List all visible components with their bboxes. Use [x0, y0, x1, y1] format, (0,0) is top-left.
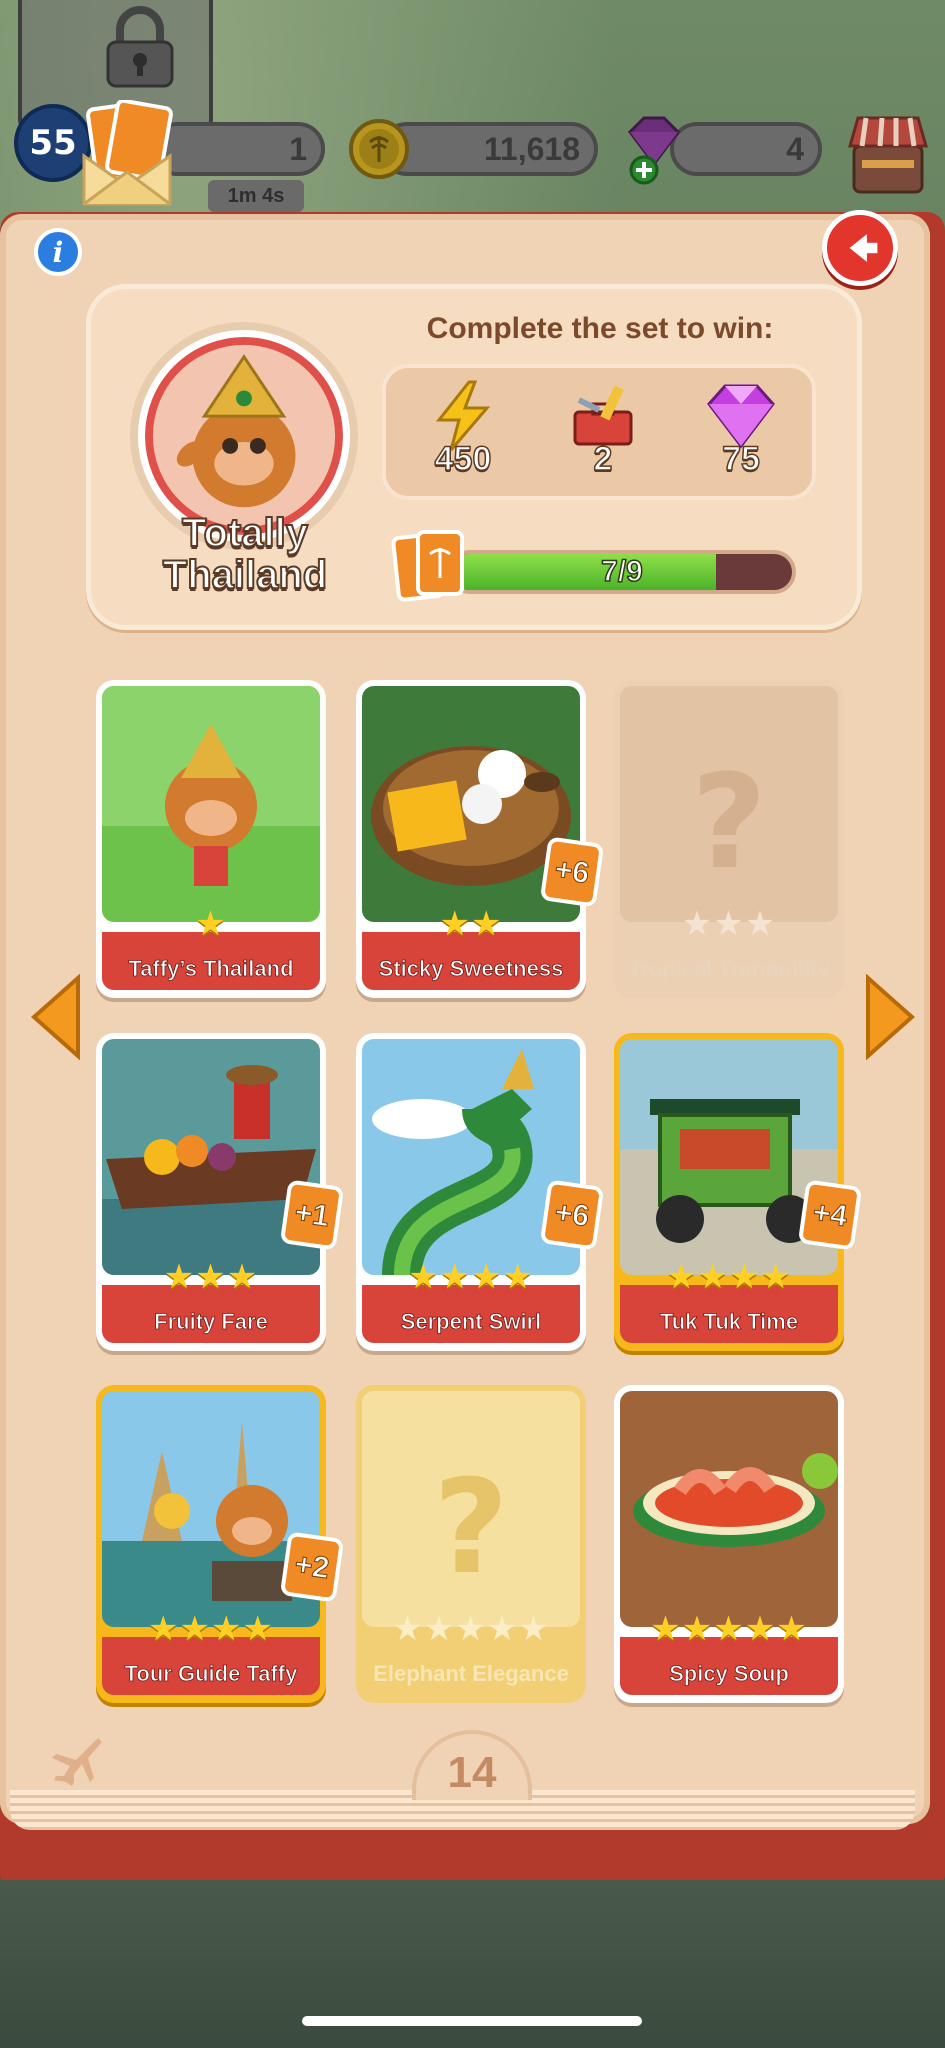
gem-add-icon[interactable]: [620, 112, 688, 190]
card-star-rating: ★★★★★: [392, 1609, 550, 1649]
reward-toolbox: 2: [548, 378, 658, 479]
cards-icon: [391, 530, 464, 602]
reward-heading: Complete the set to win:: [426, 312, 774, 345]
reward-box: 450 2 75: [382, 364, 816, 500]
card-star-rating: ★★★★: [408, 1257, 534, 1297]
gem-value: 4: [786, 130, 804, 167]
collection-card[interactable]: Tuk Tuk Time ★★★★ +4: [614, 1033, 863, 1351]
gem-counter[interactable]: 4: [670, 122, 822, 176]
collection-card[interactable]: ? Tropical Tranquility ★★★: [614, 680, 844, 998]
card-artwork: [102, 686, 320, 922]
set-title-line2: Thailand: [162, 553, 328, 597]
card-star-rating: ★★★★★: [650, 1609, 808, 1649]
home-indicator[interactable]: [302, 2016, 642, 2026]
reward-gems: 75: [686, 378, 796, 479]
airplane-icon: [52, 1738, 102, 1786]
reward-energy-value: 450: [434, 439, 492, 479]
duplicate-count-badge: +1: [279, 1179, 345, 1251]
duplicate-count-badge: +4: [797, 1179, 863, 1251]
question-mark-icon: ?: [691, 746, 767, 898]
back-button[interactable]: [822, 210, 898, 286]
card-placeholder: ?: [620, 686, 838, 922]
card-star-rating: ★★★: [163, 1257, 259, 1297]
collection-card[interactable]: Serpent Swirl ★★★★ +6: [356, 1033, 605, 1351]
reward-gems-value: 75: [721, 439, 760, 479]
collection-card[interactable]: Sticky Sweetness ★★ +6: [356, 680, 605, 998]
collection-card[interactable]: Tour Guide Taffy ★★★★ +2: [96, 1385, 345, 1703]
reward-toolbox-value: 2: [593, 439, 613, 479]
previous-page-arrow[interactable]: [30, 974, 82, 1060]
coin-value: 11,618: [483, 130, 580, 167]
question-mark-icon: ?: [433, 1451, 509, 1603]
set-progress-text: 7/9: [600, 554, 643, 589]
card-artwork: [620, 1391, 838, 1627]
energy-counter[interactable]: 1: [150, 122, 325, 176]
info-button[interactable]: i: [34, 228, 82, 276]
lock-icon: [106, 6, 174, 88]
duplicate-count-badge: +6: [539, 1179, 605, 1251]
collection-card[interactable]: Spicy Soup ★★★★★: [614, 1385, 844, 1703]
reward-energy: 450: [408, 378, 518, 479]
card-star-rating: ★★★: [681, 904, 777, 944]
set-title: Totally Thailand: [110, 511, 380, 597]
top-hud: 1 1m 4s 11,618 4 55: [0, 0, 945, 215]
energy-value: 1: [289, 130, 307, 167]
set-progress-bar: 7/9: [448, 550, 796, 594]
collection-card[interactable]: Taffy’s Thailand ★: [96, 680, 326, 998]
collection-card[interactable]: Fruity Fare ★★★ +1: [96, 1033, 345, 1351]
energy-timer: 1m 4s: [208, 180, 304, 212]
card-pack-icon[interactable]: [78, 100, 176, 210]
next-page-arrow[interactable]: [864, 974, 916, 1060]
collection-card[interactable]: ? Elephant Elegance ★★★★★: [356, 1385, 586, 1703]
card-star-rating: ★★★★: [148, 1609, 274, 1649]
card-placeholder: ?: [362, 1391, 580, 1627]
coin-icon: [349, 119, 409, 179]
shop-icon[interactable]: [846, 106, 930, 198]
duplicate-count-badge: +6: [539, 836, 605, 908]
coin-counter[interactable]: 11,618: [380, 122, 598, 176]
duplicate-count-badge: +2: [279, 1531, 345, 1603]
card-star-rating: ★★: [439, 904, 503, 944]
card-star-rating: ★★★★: [666, 1257, 792, 1297]
card-star-rating: ★: [195, 904, 227, 944]
set-title-line1: Totally: [181, 511, 309, 555]
